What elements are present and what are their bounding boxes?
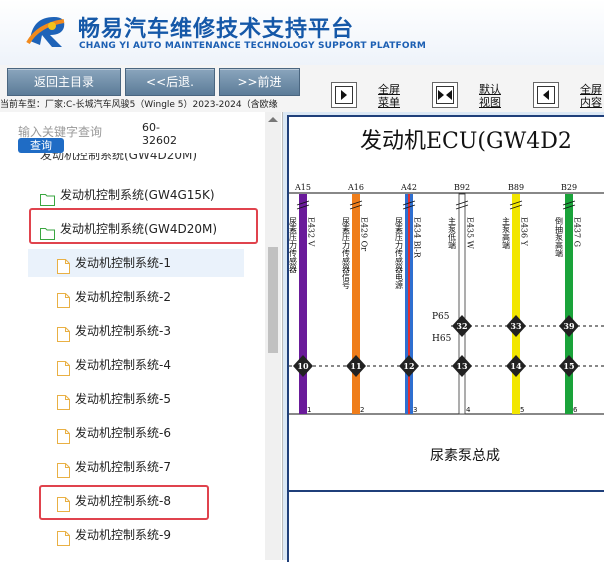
connector-label-h65: H65 — [432, 334, 452, 344]
fullscreen-content-button[interactable] — [533, 82, 559, 108]
connector-pin-number: 6 — [573, 406, 578, 414]
tree-item-label: 发动机控制系统(GW4G15K) — [60, 188, 215, 202]
tree-item-label: 发动机控制系统-9 — [75, 528, 171, 542]
fullscreen-content-label[interactable]: 全屏内容 — [576, 83, 604, 109]
brand-title: 畅易汽车维修技术支持平台 — [78, 17, 355, 42]
tree-doc-item[interactable]: 发动机控制系统-3 — [28, 317, 244, 345]
fullscreen-menu-label[interactable]: 全屏菜单 — [374, 83, 404, 109]
ecu-pin-label: B29 — [561, 183, 577, 192]
wire-function-label: 尿素压力传感器电源 — [395, 217, 404, 290]
wire-function-label: 主泵低端 — [448, 216, 457, 250]
ecu-pin-label: A15 — [294, 183, 311, 192]
tree-doc-item[interactable]: 发动机控制系统-1 — [28, 249, 244, 277]
fullscreen-content-icon — [537, 86, 555, 104]
connector-pin-number: 3 — [413, 406, 417, 414]
tree-doc-item[interactable]: 发动机控制系统-7 — [28, 453, 244, 481]
wire-function-label: 倒抽泵高端 — [555, 216, 564, 258]
connector-pin-number: 2 — [360, 406, 364, 414]
connector-pin-number: 1 — [307, 406, 311, 414]
wire-function-label: 尿素压力传感器 — [289, 217, 298, 274]
document-icon — [57, 392, 70, 420]
wire-function-label: 尿素压力传感器信号 — [342, 217, 351, 290]
document-icon — [57, 426, 70, 454]
highlight-box — [39, 485, 209, 520]
wire-code: E434 Bl-R — [413, 217, 422, 259]
document-icon — [57, 528, 70, 556]
ecu-pin-label: B89 — [508, 183, 524, 192]
splice-node-number: 14 — [510, 361, 522, 371]
tree-item-label: 发动机控制系统-6 — [75, 426, 171, 440]
tree-item-label: 发动机控制系统-4 — [75, 358, 171, 372]
back-button[interactable]: <<后退. — [125, 68, 215, 96]
tree-item-partial-label: 发动机控制系统(GW4D20M) — [40, 153, 198, 162]
default-view-label[interactable]: 默认视图 — [475, 83, 505, 109]
tree-item-label: 发动机控制系统-2 — [75, 290, 171, 304]
fullscreen-menu-button[interactable] — [331, 82, 357, 108]
splice-node-number: 32 — [456, 321, 467, 331]
document-icon — [57, 460, 70, 488]
tree-folder-item[interactable]: 发动机控制系统(GW4G15K) — [28, 181, 244, 209]
tree-item-partial[interactable]: 发动机控制系统(GW4D20M) — [40, 153, 250, 165]
current-vehicle-info: 当前车型：厂家:C-长城汽车风骏5（Wingle 5）2023-2024（含欧缘 — [0, 100, 278, 110]
highlight-box — [29, 208, 258, 244]
connector-pin-number: 4 — [466, 406, 471, 414]
document-icon — [57, 290, 70, 318]
tree-item-label: 发动机控制系统-5 — [75, 392, 171, 406]
document-icon — [57, 324, 70, 352]
tree-doc-item[interactable]: 发动机控制系统-4 — [28, 351, 244, 379]
connector-label-p65: P65 — [432, 312, 450, 322]
wire-code: E436 Y — [520, 217, 529, 247]
tree-doc-item[interactable]: 发动机控制系统-5 — [28, 385, 244, 413]
splice-node-number: 11 — [350, 361, 361, 371]
default-view-button[interactable] — [432, 82, 458, 108]
home-button[interactable]: 返回主目录 — [7, 68, 121, 96]
search-code: 60-32602 — [142, 121, 177, 147]
urea-pump-label: 尿素泵总成 — [430, 448, 500, 464]
wiring-diagram-canvas: P65 H65 A15 E432 V 尿素压力传感器 10 1 A16 E429 Or 尿素压力传… — [289, 183, 604, 492]
wire-code: E432 V — [307, 217, 316, 247]
ecu-pin-label: A16 — [347, 183, 364, 192]
changyi-logo-icon — [26, 17, 65, 47]
splice-node-number: 39 — [563, 321, 575, 331]
splice-node-number: 10 — [297, 361, 309, 371]
scrollbar-thumb[interactable] — [268, 247, 278, 353]
tree-item-label: 发动机控制系统-7 — [75, 460, 171, 474]
brand-subtitle: CHANG YI AUTO MAINTENANCE TECHNOLOGY SUP… — [79, 41, 427, 51]
wire — [458, 193, 466, 415]
splice-node-number: 15 — [563, 361, 574, 371]
tree-doc-item[interactable]: 发动机控制系统-6 — [28, 419, 244, 447]
forward-button[interactable]: >>前进 — [219, 68, 300, 96]
wire-function-label: 主泵高端 — [502, 216, 511, 250]
wire-code: E429 Or — [360, 217, 369, 251]
splice-node-number: 12 — [403, 361, 414, 371]
tree-item-label: 发动机控制系统-1 — [75, 256, 171, 270]
wire-code: E437 G — [573, 217, 582, 247]
wire-code: E435 W — [466, 217, 475, 250]
tree-doc-item[interactable]: 发动机控制系统-9 — [28, 521, 244, 549]
document-icon — [57, 358, 70, 386]
ecu-pin-label: A42 — [400, 183, 417, 192]
tree-doc-item[interactable]: 发动机控制系统-2 — [28, 283, 244, 311]
document-icon — [57, 256, 70, 284]
ecu-pin-label: B92 — [454, 183, 470, 192]
tree-scrollbar[interactable] — [265, 112, 281, 560]
splice-node-number: 13 — [456, 361, 468, 371]
tree-item-label: 发动机控制系统-3 — [75, 324, 171, 338]
connector-pin-number: 5 — [520, 406, 524, 414]
diagram-viewer: 发动机ECU(GW4D2 P65 H65 A15 E432 V 尿素压力传感器 10 1 A1… — [283, 112, 604, 562]
app-header: 畅易汽车维修技术支持平台 CHANG YI AUTO MAINTENANCE T… — [0, 0, 604, 65]
wire-stripe — [408, 194, 410, 414]
scroll-up-icon[interactable] — [268, 117, 278, 122]
default-view-icon — [436, 86, 454, 104]
fullscreen-menu-icon — [335, 86, 353, 104]
query-button[interactable]: 查询 — [18, 138, 64, 153]
catalog-panel: 60-32602 查询 发动机控制系统(GW4D20M) 发动机控制系统(GW4… — [0, 112, 283, 560]
splice-node-number: 33 — [510, 321, 522, 331]
wiring-diagram: 发动机ECU(GW4D2 P65 H65 A15 E432 V 尿素压力传感器 10 1 A1… — [287, 115, 604, 562]
